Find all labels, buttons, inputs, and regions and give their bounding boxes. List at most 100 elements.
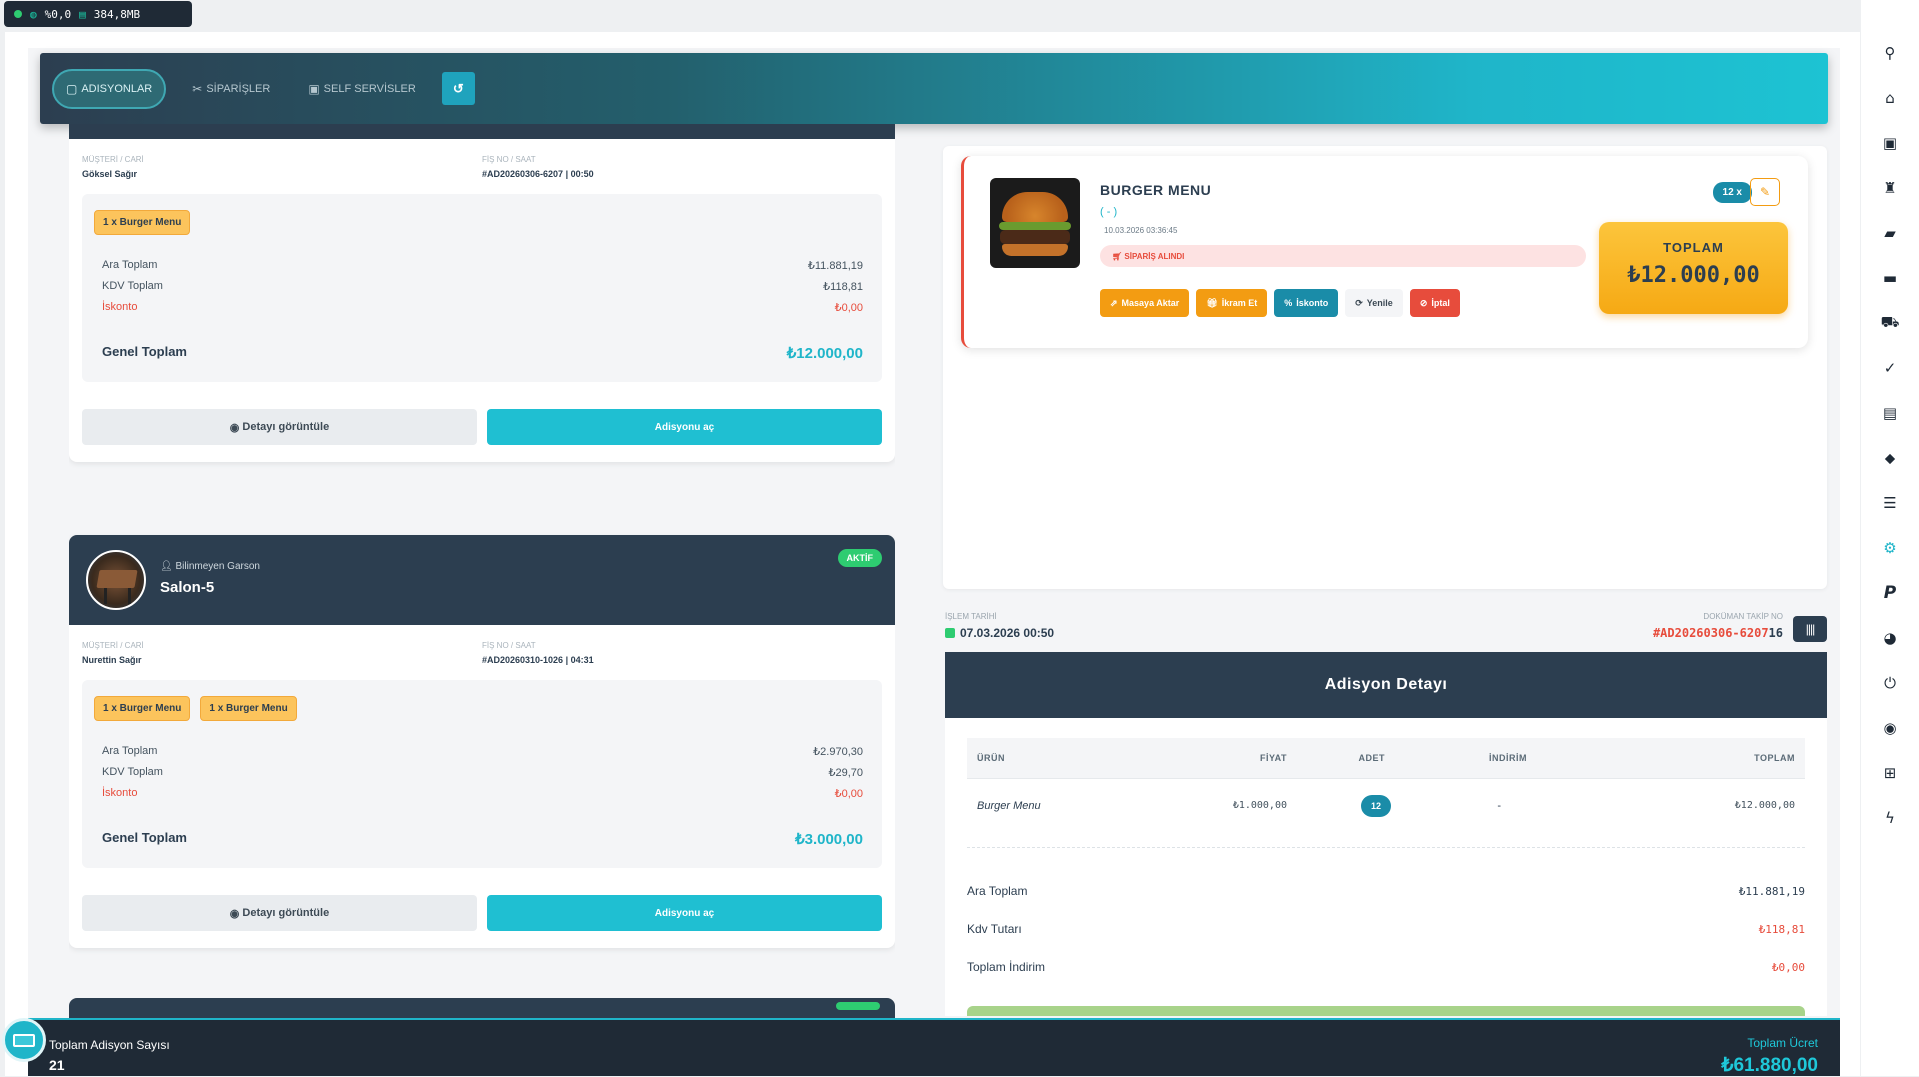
row-product: Burger Menu [977, 799, 1041, 812]
doc-number: #AD20260306-6207 [1652, 626, 1769, 640]
home-icon[interactable]: ⌂ [1885, 75, 1895, 120]
status-badge: AKTİF [837, 549, 882, 567]
complimentary-label: İkram Et [1221, 298, 1258, 308]
vat-label: KDV Toplam [102, 766, 163, 778]
power-icon[interactable]: ⏻ [1884, 660, 1896, 705]
tag-icon[interactable]: ⬥ [1885, 435, 1896, 480]
col-qty: ADET [1358, 753, 1385, 763]
barcode-icon: |||| [1805, 622, 1816, 636]
transaction-date: 07.03.2026 00:50 [960, 626, 1055, 640]
customer-label: MÜŞTERİ / CARİ [82, 641, 144, 650]
order-item-chip: 1 x Burger Menu [200, 696, 297, 721]
receipt-label: FİŞ NO / SAAT [482, 641, 536, 650]
renew-label: Yenile [1366, 298, 1393, 308]
top-tab-bar: ▢ ADISYONLAR ✂ SİPARİŞLER ▣ SELF SERVİSL… [40, 53, 1828, 124]
memory-icon: ▤ [79, 7, 86, 21]
globe-icon[interactable]: ◉ [1883, 705, 1896, 750]
open-order-button[interactable]: Adisyonu aç [487, 895, 882, 931]
discount-value: ₺0,00 [834, 302, 863, 314]
search-icon[interactable]: ⚲ [1885, 30, 1896, 75]
percent-icon: % [1284, 298, 1293, 308]
detail-vat-value: ₺118,81 [1758, 922, 1805, 936]
divider [967, 847, 1805, 848]
cancel-label: İptal [1431, 298, 1450, 308]
discount-button[interactable]: % İskonto [1274, 289, 1339, 317]
tab-self-servisler[interactable]: ▣ SELF SERVİSLER [296, 69, 427, 109]
card-header [69, 124, 895, 139]
footer-bar: Toplam Adisyon Sayısı 21 Toplam Ücret ₺6… [2, 1018, 1840, 1076]
order-summary: 1 x Burger Menu Ara Toplam ₺11.881,19 KDV… [82, 194, 882, 382]
utensils-icon: ✂ [192, 81, 203, 96]
cpu-icon: ◍ [30, 7, 37, 21]
col-total: TOPLAM [1754, 753, 1795, 763]
briefcase-icon[interactable]: ▰ [1884, 210, 1896, 255]
parking-icon[interactable]: P [1884, 570, 1896, 615]
keyboard-button[interactable] [2, 1018, 46, 1062]
open-order-label: Adisyonu aç [654, 907, 715, 919]
subtotal-label: Ara Toplam [102, 745, 158, 757]
order-status-bar: 🛒︎ SİPARİŞ ALINDI [1100, 245, 1586, 267]
table-header: ÜRÜN FİYAT ADET İNDİRİM TOPLAM [967, 738, 1805, 778]
view-detail-button[interactable]: ◉ Detayı görüntüle [82, 409, 477, 445]
tab-adisyonlar[interactable]: ▢ ADISYONLAR [52, 68, 167, 109]
receipt-icon[interactable]: ☰ [1883, 480, 1896, 525]
row-discount: - [1497, 799, 1501, 812]
wine-icon[interactable]: ♜ [1883, 165, 1896, 210]
table-name: Salon-5 [160, 579, 215, 596]
open-order-label: Adisyonu aç [654, 421, 715, 433]
open-order-button[interactable]: Adisyonu aç [487, 409, 882, 445]
product-variant: ( - ) [1100, 206, 1118, 218]
refresh-button[interactable]: ↺ [441, 72, 475, 105]
order-info-bar: İŞLEM TARİHİ 07.03.2026 00:50 DOKÜMAN TA… [945, 612, 1827, 652]
vat-label: KDV Toplam [102, 280, 163, 292]
total-value: ₺12.000,00 [1627, 263, 1760, 288]
keyboard-icon [13, 1033, 35, 1047]
tab-siparisler[interactable]: ✂ SİPARİŞLER [180, 69, 282, 109]
waiter-name: Bilinmeyen Garson [175, 561, 260, 572]
cpu-usage: %0,0 [44, 7, 72, 21]
settings-icon[interactable]: ⚙ [1883, 525, 1896, 570]
cart-icon[interactable]: ⛟ [1881, 300, 1900, 345]
edit-button[interactable]: ✎ [1750, 178, 1780, 206]
pay-button-edge[interactable] [967, 1006, 1805, 1016]
cancel-button[interactable]: ⊘ İptal [1409, 289, 1460, 317]
customer-name: Nurettin Sağır [82, 655, 142, 665]
customer-name: Göksel Sağır [82, 169, 138, 179]
barcode-button[interactable]: |||| [1793, 616, 1827, 642]
calendar-icon [945, 628, 955, 638]
transfer-table-button[interactable]: ⇗ Masaya Aktar [1100, 289, 1190, 317]
order-list[interactable]: MÜŞTERİ / CARİ Göksel Sağır FİŞ NO / SAA… [69, 124, 895, 1018]
view-detail-label: Detayı görüntüle [242, 907, 330, 919]
refresh-icon: ↺ [452, 80, 464, 96]
detail-discount-value: ₺0,00 [1771, 960, 1805, 974]
clipboard-check-icon[interactable]: ✓ [1884, 345, 1897, 390]
gift-icon: 🎁︎ [1206, 297, 1218, 308]
row-price: ₺1.000,00 [1232, 800, 1287, 811]
folder-user-icon[interactable]: ▬ [1883, 255, 1897, 300]
document-icon[interactable]: ▤ [1883, 390, 1897, 435]
tab-label: SELF SERVİSLER [323, 82, 416, 95]
external-link-icon: ⇗ [1110, 297, 1118, 308]
subtotal-value: ₺11.881,19 [807, 260, 863, 272]
order-status: SİPARİŞ ALINDI [1124, 251, 1185, 261]
id-card-icon[interactable]: ▣ [1883, 120, 1897, 165]
next-order-card [69, 998, 895, 1018]
view-detail-button[interactable]: ◉ Detayı görüntüle [82, 895, 477, 931]
total-label: TOPLAM [1663, 240, 1724, 255]
order-item-chip: 1 x Burger Menu [94, 210, 191, 235]
bolt-icon[interactable]: ϟ [1885, 795, 1895, 840]
grand-total-label: Genel Toplam [102, 830, 187, 845]
grand-total-label: Genel Toplam [102, 344, 187, 359]
memory-usage: 384,8MB [93, 7, 141, 21]
transfer-table-label: Masaya Aktar [1121, 298, 1180, 308]
tab-label: ADISYONLAR [81, 82, 153, 95]
edit-icon: ✎ [1759, 185, 1771, 199]
palette-icon[interactable]: ◕ [1883, 615, 1896, 660]
total-box: TOPLAM ₺12.000,00 [1599, 222, 1788, 314]
right-sidebar: ⚲ ⌂ ▣ ♜ ▰ ▬ ⛟ ✓ ▤ ⬥ ☰ ⚙ P ◕ ⏻ ◉ ⊞ ϟ [1861, 0, 1919, 1076]
first-aid-icon[interactable]: ⊞ [1884, 750, 1897, 795]
order-detail-table: ÜRÜN FİYAT ADET İNDİRİM TOPLAM Burger Me… [967, 738, 1805, 832]
complimentary-button[interactable]: 🎁︎ İkram Et [1196, 289, 1268, 317]
ban-icon: ⊘ [1419, 297, 1428, 308]
renew-button[interactable]: ⟳ Yenile [1345, 289, 1403, 317]
